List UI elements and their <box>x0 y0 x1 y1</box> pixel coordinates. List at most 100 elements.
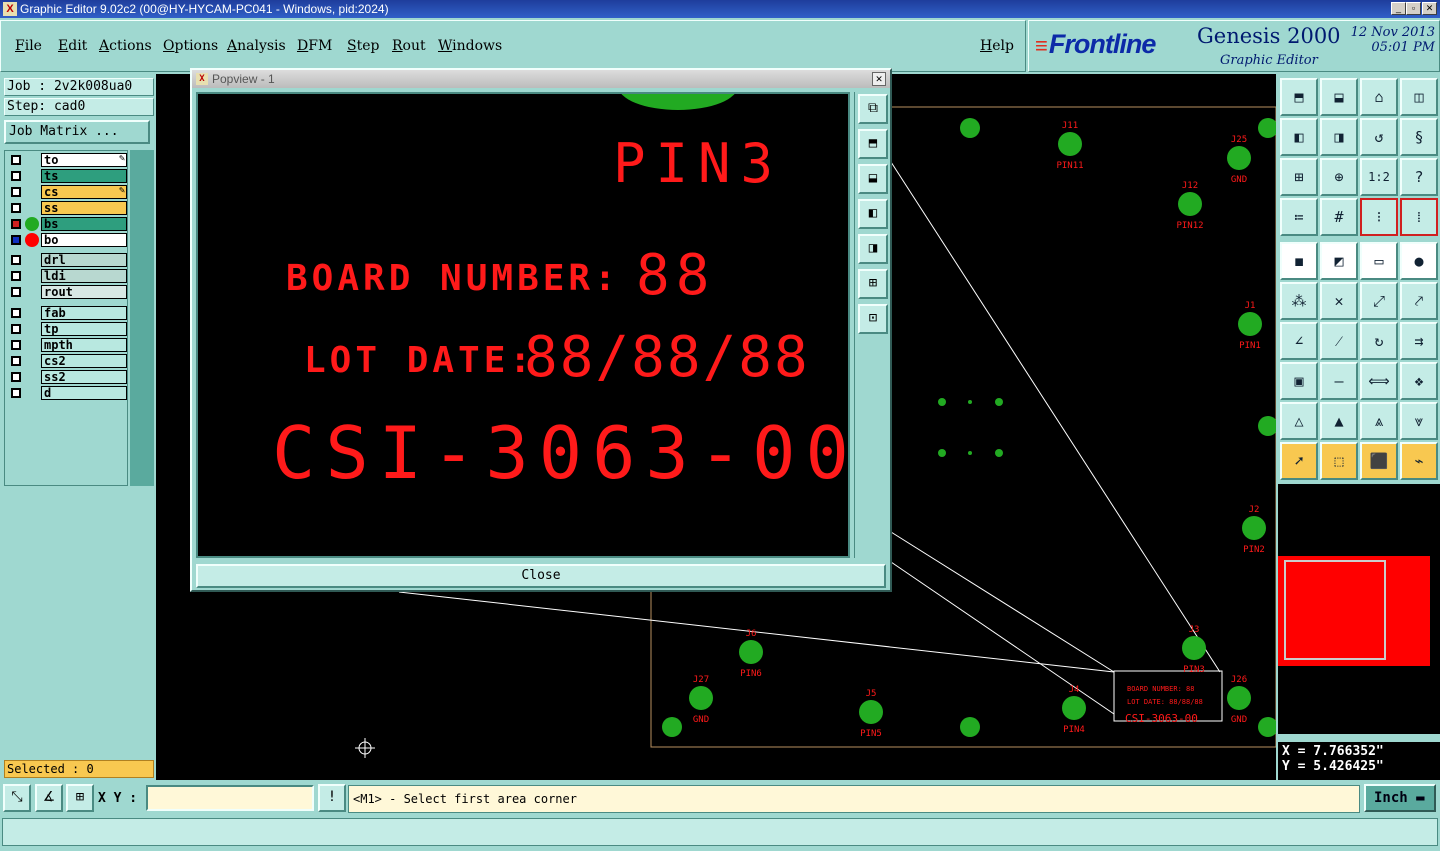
pad-circle[interactable] <box>859 700 883 724</box>
pad-J26[interactable]: J26 GND <box>1227 675 1251 725</box>
popview-zoom-home-icon[interactable]: ⧉ <box>858 94 888 124</box>
menu-dfm[interactable]: DFM <box>297 38 332 54</box>
layer-name[interactable]: cs2 <box>41 354 127 368</box>
layer-checkbox[interactable] <box>11 287 21 297</box>
layer-row-bs[interactable]: bs <box>7 217 127 231</box>
menu-analysis[interactable]: Analysis <box>227 38 286 54</box>
line-pads-icon[interactable]: ⤢ <box>1360 282 1398 320</box>
triangle-alt-icon[interactable]: ▲ <box>1320 402 1358 440</box>
layer-name[interactable]: ts <box>41 169 127 183</box>
overview-map[interactable] <box>1278 484 1440 734</box>
pad-circle[interactable] <box>1058 132 1082 156</box>
popview-pan-right-icon[interactable]: ◨ <box>858 234 888 264</box>
layer-checkbox[interactable] <box>11 219 21 229</box>
layer-checkbox[interactable] <box>11 187 21 197</box>
layer-checkbox[interactable] <box>11 203 21 213</box>
arch-alt-icon[interactable]: ⩔ <box>1400 402 1438 440</box>
popview-pan-down-icon[interactable]: ⬓ <box>858 164 888 194</box>
pad-circle[interactable] <box>1227 146 1251 170</box>
layer-name[interactable]: fab <box>41 306 127 320</box>
layer-checkbox[interactable] <box>11 255 21 265</box>
select-box-icon[interactable]: ⬚ <box>1320 442 1358 480</box>
layer-name[interactable]: mpth <box>41 338 127 352</box>
overview-view-frame[interactable] <box>1284 560 1386 660</box>
layer-list-scrollbar[interactable] <box>130 150 154 486</box>
xy-input[interactable] <box>146 785 314 811</box>
select-all-icon[interactable]: ⬛ <box>1360 442 1398 480</box>
layer-row-to[interactable]: to ✎ <box>7 153 127 167</box>
layer-checkbox[interactable] <box>11 171 21 181</box>
slash-icon[interactable]: ⁄ <box>1320 322 1358 360</box>
shapes-icon[interactable]: ❖ <box>1400 362 1438 400</box>
layer-name[interactable]: d <box>41 386 127 400</box>
line-pad-icon[interactable]: ⤤ <box>1400 282 1438 320</box>
zoom-back-icon[interactable]: ↺ <box>1360 118 1398 156</box>
net-highlight-icon[interactable]: ⁝ <box>1360 198 1398 236</box>
popview-pan-up-icon[interactable]: ⬒ <box>858 129 888 159</box>
triangle-icon[interactable]: △ <box>1280 402 1318 440</box>
layer-row-d[interactable]: d <box>7 386 127 400</box>
pan-left-icon[interactable]: ◧ <box>1280 118 1318 156</box>
pad-J11[interactable]: J11 PIN11 <box>1056 121 1083 171</box>
angle-icon[interactable]: ∠ <box>1280 322 1318 360</box>
layer-name[interactable]: drl <box>41 253 127 267</box>
zoom-in-icon[interactable]: ⊕ <box>1320 158 1358 196</box>
layer-name[interactable]: bo <box>41 233 127 247</box>
arc-icon[interactable]: ↻ <box>1360 322 1398 360</box>
route-select-icon[interactable]: ⌁ <box>1400 442 1438 480</box>
popview-close-x-button[interactable]: ✕ <box>872 72 886 86</box>
connect-icon[interactable]: ⁂ <box>1280 282 1318 320</box>
layer-row-tp[interactable]: tp <box>7 322 127 336</box>
layer-row-mpth[interactable]: mpth <box>7 338 127 352</box>
minimize-button[interactable]: _ <box>1391 2 1406 15</box>
layer-row-rout[interactable]: rout <box>7 285 127 299</box>
layer-row-cs2[interactable]: cs2 <box>7 354 127 368</box>
pad-circle[interactable] <box>1178 192 1202 216</box>
layer-name[interactable]: bs <box>41 217 127 231</box>
popview-close-button[interactable]: Close <box>196 564 886 588</box>
snap-angle-icon[interactable]: ∡ <box>35 784 63 812</box>
layer-checkbox[interactable] <box>11 155 21 165</box>
scale-1-2-icon[interactable]: 1:2 <box>1360 158 1398 196</box>
pad-J25[interactable]: J25 GND <box>1227 135 1251 185</box>
layer-checkbox[interactable] <box>11 324 21 334</box>
circle-select-icon[interactable]: ● <box>1400 242 1438 280</box>
layer-row-fab[interactable]: fab <box>7 306 127 320</box>
layer-row-cs[interactable]: cs ✎ <box>7 185 127 199</box>
menu-windows[interactable]: Windows <box>438 38 502 54</box>
layer-checkbox[interactable] <box>11 388 21 398</box>
menu-step[interactable]: Step <box>347 38 379 54</box>
pad-circle[interactable] <box>1227 686 1251 710</box>
popview-zoom-in-icon[interactable]: ⊞ <box>858 269 888 299</box>
pad-J27[interactable]: J27 GND <box>689 675 713 725</box>
pad-J3[interactable]: J3 PIN3 <box>1182 625 1206 675</box>
pad-J6[interactable]: J6 PIN6 <box>739 629 763 679</box>
menu-options[interactable]: Options <box>163 38 218 54</box>
view-bottom-icon[interactable]: ⬓ <box>1320 78 1358 116</box>
pad-J2[interactable]: J2 PIN2 <box>1242 505 1266 555</box>
layer-checkbox[interactable] <box>11 356 21 366</box>
help-query-icon[interactable]: ? <box>1400 158 1438 196</box>
cross-icon[interactable]: ✕ <box>1320 282 1358 320</box>
maximize-button[interactable]: ▫ <box>1406 2 1421 15</box>
pad-J12[interactable]: J12 PIN12 <box>1176 181 1203 231</box>
layer-checkbox[interactable] <box>11 271 21 281</box>
measure-icon[interactable]: ◩ <box>1320 242 1358 280</box>
layer-row-ss2[interactable]: ss2 <box>7 370 127 384</box>
pad-circle[interactable] <box>689 686 713 710</box>
job-matrix-button[interactable]: Job Matrix ... <box>4 120 150 144</box>
popview-zoom-out-icon[interactable]: ⊡ <box>858 304 888 334</box>
menu-help[interactable]: Help <box>980 38 1014 54</box>
dimension-icon[interactable]: ⟺ <box>1360 362 1398 400</box>
layer-row-ldi[interactable]: ldi <box>7 269 127 283</box>
menu-rout[interactable]: Rout <box>392 38 426 54</box>
arch-icon[interactable]: ⩓ <box>1360 402 1398 440</box>
pad-circle[interactable] <box>1242 516 1266 540</box>
menu-file[interactable]: File <box>15 38 42 54</box>
select-pointer-icon[interactable]: ➚ <box>1280 442 1318 480</box>
pad-circle[interactable] <box>1238 312 1262 336</box>
pad-J5[interactable]: J5 PIN5 <box>859 689 883 739</box>
pad-snap-icon[interactable]: ▣ <box>1280 362 1318 400</box>
layer-checkbox[interactable] <box>11 235 21 245</box>
add-pad-icon[interactable]: ◼ <box>1280 242 1318 280</box>
